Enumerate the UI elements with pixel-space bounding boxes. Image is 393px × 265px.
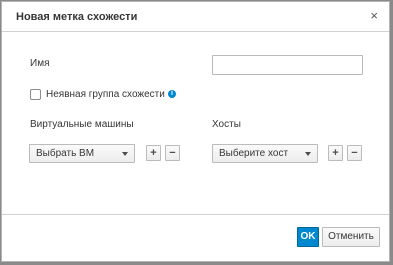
host-select-value: Выберите хост — [219, 148, 289, 159]
implicit-group-checkbox[interactable] — [30, 89, 41, 100]
vms-label: Виртуальные машины — [30, 119, 134, 130]
cancel-button[interactable]: Отменить — [322, 227, 380, 247]
remove-host-button[interactable]: − — [347, 145, 362, 161]
chevron-down-icon — [122, 152, 128, 156]
add-host-button[interactable]: + — [328, 145, 343, 161]
remove-vm-button[interactable]: − — [165, 145, 180, 161]
chevron-down-icon — [305, 152, 311, 156]
dialog-header: Новая метка схожести × — [2, 2, 389, 32]
vm-select-value: Выбрать ВМ — [36, 148, 95, 159]
info-icon[interactable]: i — [168, 90, 176, 98]
dialog-title: Новая метка схожести — [16, 11, 138, 23]
host-select[interactable]: Выберите хост — [212, 144, 318, 163]
affinity-label-dialog: Новая метка схожести × Имя Неявная групп… — [1, 1, 390, 262]
name-label: Имя — [30, 58, 50, 69]
footer-divider — [2, 214, 389, 215]
close-icon[interactable]: × — [370, 9, 378, 23]
ok-button[interactable]: OK — [297, 227, 319, 247]
add-vm-button[interactable]: + — [146, 145, 161, 161]
name-input[interactable] — [212, 55, 363, 75]
vm-select[interactable]: Выбрать ВМ — [29, 144, 135, 163]
hosts-label: Хосты — [212, 119, 241, 130]
implicit-group-label: Неявная группа схожести — [46, 89, 165, 100]
